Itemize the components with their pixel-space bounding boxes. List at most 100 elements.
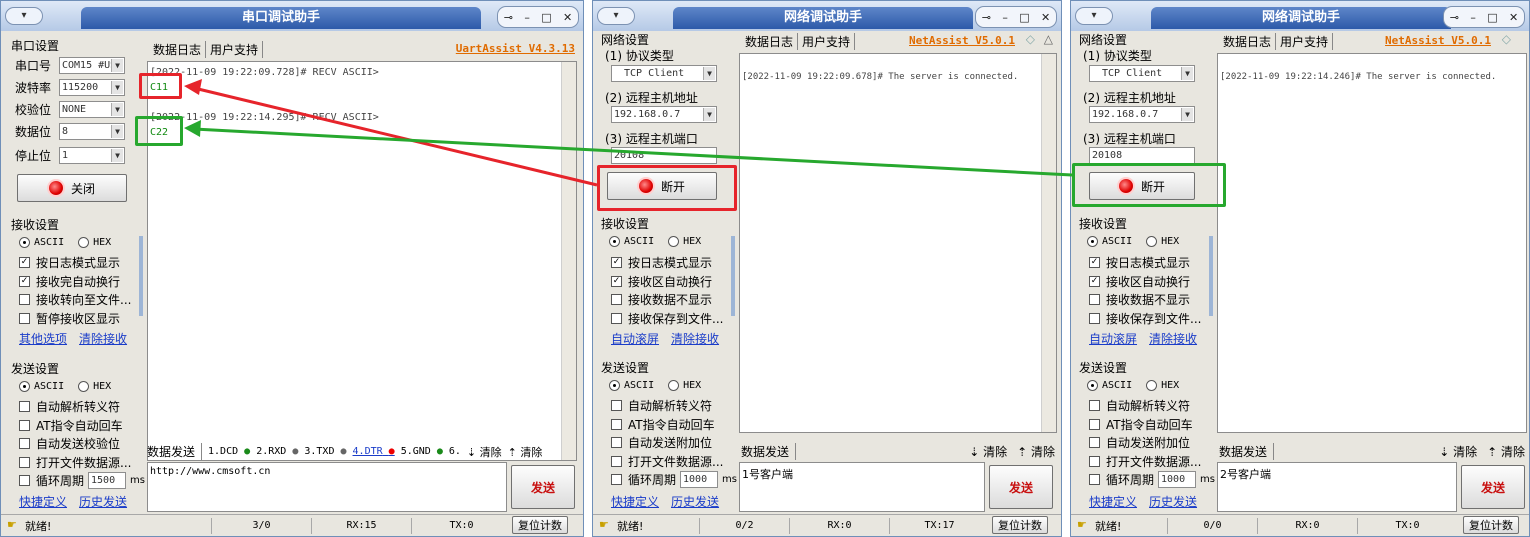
recv-ascii-radio[interactable] xyxy=(1087,236,1098,247)
close-icon[interactable]: ✕ xyxy=(1509,11,1518,24)
minimize-icon[interactable]: – xyxy=(1470,11,1476,24)
tab-support[interactable]: 用户支持 xyxy=(206,41,264,58)
recv-option-1[interactable]: ✓ 按日志模式显示 xyxy=(1089,254,1190,271)
send-hex-radio[interactable] xyxy=(668,380,680,391)
tab-support[interactable]: 用户支持 xyxy=(1276,33,1334,50)
send-input[interactable]: http://www.cmsoft.cn xyxy=(147,462,507,512)
close-icon[interactable]: ✕ xyxy=(563,11,572,24)
recv-hex-radio[interactable] xyxy=(78,237,90,248)
recv-option-1[interactable]: ✓ 按日志模式显示 xyxy=(611,254,712,271)
uart-titlebar[interactable]: ▾ 串口调试助手 ⊸ – □ ✕ xyxy=(1,1,583,31)
tab-send-data[interactable]: 数据发送 xyxy=(741,443,797,460)
checkbox[interactable] xyxy=(611,294,622,305)
net1-titlebar[interactable]: ▾ 网络调试助手 ⊸ – □ ✕ xyxy=(593,1,1061,31)
log-scrollbar[interactable] xyxy=(561,62,576,460)
pin-icon[interactable]: ⊸ xyxy=(504,11,513,24)
send-option-1[interactable]: 自动解析转义符 xyxy=(611,397,712,414)
checkbox[interactable]: ✓ xyxy=(19,275,30,287)
recv-option-3[interactable]: 接收数据不显示 xyxy=(611,291,712,308)
system-menu-button[interactable]: ▾ xyxy=(5,7,43,25)
send-ascii-radio[interactable] xyxy=(1087,380,1098,391)
host-select[interactable]: 192.168.0.7 ▼ xyxy=(1089,106,1195,123)
host-select[interactable]: 192.168.0.7 ▼ xyxy=(611,106,717,123)
brand-label[interactable]: NetAssist V5.0.1 xyxy=(1385,34,1491,47)
recv-option-3[interactable]: 接收转向至文件... xyxy=(19,291,131,308)
checkbox[interactable] xyxy=(1089,455,1100,467)
brand-label[interactable]: NetAssist V5.0.1 xyxy=(909,34,1015,47)
shield-icon[interactable]: ◇ xyxy=(1502,32,1511,46)
log-pane[interactable]: [2022-11-09 19:22:09.678]# The server is… xyxy=(739,53,1057,433)
recv-option-1[interactable]: ✓ 按日志模式显示 xyxy=(19,254,120,271)
splitter[interactable] xyxy=(1209,236,1213,316)
proto-select[interactable]: TCP Client ▼ xyxy=(611,65,717,82)
send-option-3[interactable]: 自动发送校验位 xyxy=(19,435,120,452)
checkbox[interactable] xyxy=(1089,437,1100,448)
checkbox[interactable]: ✓ xyxy=(19,257,30,268)
minimize-icon[interactable]: – xyxy=(1002,11,1008,24)
auto-scroll-link[interactable]: 自动滚屏 xyxy=(1089,330,1137,347)
splitter[interactable] xyxy=(139,236,143,316)
log-pane[interactable]: [2022-11-09 19:22:14.246]# The server is… xyxy=(1217,53,1527,433)
minimize-icon[interactable]: – xyxy=(524,11,530,24)
send-option-4[interactable]: 打开文件数据源... xyxy=(19,454,131,471)
cycle-input[interactable]: 1500 xyxy=(88,472,127,489)
maximize-icon[interactable]: □ xyxy=(1487,11,1497,24)
clear-recv-link[interactable]: 清除接收 xyxy=(1149,330,1197,347)
pin-icon[interactable]: ⊸ xyxy=(1450,11,1459,24)
recv-ascii-radio[interactable] xyxy=(19,237,30,248)
history-link[interactable]: 历史发送 xyxy=(79,493,127,510)
system-menu-button[interactable]: ▾ xyxy=(597,7,635,25)
stopbits-select[interactable]: 1 ▼ xyxy=(59,147,125,164)
cycle-input[interactable]: 1000 xyxy=(1158,471,1197,488)
baud-select[interactable]: 115200 ▼ xyxy=(59,79,125,96)
send-option-4[interactable]: 打开文件数据源... xyxy=(1089,453,1201,470)
cycle-checkbox[interactable] xyxy=(1089,474,1100,485)
clear-send-button[interactable]: ⇣ 清除 xyxy=(467,444,502,460)
clear-send-button[interactable]: ⇣ 清除 xyxy=(1439,443,1477,460)
checkbox[interactable]: ✓ xyxy=(611,275,622,287)
send-option-4[interactable]: 打开文件数据源... xyxy=(611,453,723,470)
checkbox[interactable]: ✓ xyxy=(1089,275,1100,287)
checkbox[interactable] xyxy=(1089,418,1100,430)
send-option-3[interactable]: 自动发送附加位 xyxy=(611,434,712,451)
recv-hex-radio[interactable] xyxy=(668,236,680,247)
send-option-2[interactable]: AT指令自动回车 xyxy=(1089,416,1193,433)
reset-count-button[interactable]: 复位计数 xyxy=(992,516,1048,534)
pin-dtr[interactable]: 4.DTR ● xyxy=(353,446,395,457)
send-hex-radio[interactable] xyxy=(78,381,90,392)
checkbox[interactable] xyxy=(1089,400,1100,411)
clear-up-button[interactable]: ⇡ 清除 xyxy=(508,444,543,460)
pin-icon[interactable]: ⊸ xyxy=(982,11,991,24)
recv-ascii-radio[interactable] xyxy=(609,236,620,247)
port-input[interactable]: 20108 xyxy=(611,147,717,164)
send-option-1[interactable]: 自动解析转义符 xyxy=(1089,397,1190,414)
port-select[interactable]: COM15 #US ▼ xyxy=(59,57,125,74)
shortcut-link[interactable]: 快捷定义 xyxy=(611,493,659,510)
send-option-3[interactable]: 自动发送附加位 xyxy=(1089,434,1190,451)
parity-select[interactable]: NONE ▼ xyxy=(59,101,125,118)
send-button[interactable]: 发送 xyxy=(511,465,575,509)
log-pane[interactable]: [2022-11-09 19:22:09.728]# RECV ASCII> C… xyxy=(147,61,577,461)
checkbox[interactable] xyxy=(611,418,622,430)
history-link[interactable]: 历史发送 xyxy=(671,493,719,510)
log-scrollbar[interactable] xyxy=(1041,54,1056,432)
send-input[interactable]: 1号客户端 xyxy=(739,462,985,512)
checkbox[interactable]: ✓ xyxy=(1089,257,1100,268)
send-option-2[interactable]: AT指令自动回车 xyxy=(611,416,715,433)
maximize-icon[interactable]: □ xyxy=(1019,11,1029,24)
auto-scroll-link[interactable]: 自动滚屏 xyxy=(611,330,659,347)
tab-log[interactable]: 数据日志 xyxy=(149,41,207,58)
tab-support[interactable]: 用户支持 xyxy=(798,33,856,50)
send-hex-radio[interactable] xyxy=(1146,380,1158,391)
close-icon[interactable]: ✕ xyxy=(1041,11,1050,24)
checkbox[interactable] xyxy=(19,419,30,431)
shield-icon[interactable]: ◇ xyxy=(1026,32,1035,46)
checkbox[interactable]: ✓ xyxy=(611,257,622,268)
checkbox[interactable] xyxy=(611,312,622,324)
recv-option-3[interactable]: 接收数据不显示 xyxy=(1089,291,1190,308)
send-button[interactable]: 发送 xyxy=(1461,465,1525,509)
recv-option-4[interactable]: 接收保存到文件... xyxy=(611,310,723,327)
tab-send-data[interactable]: 数据发送 xyxy=(147,443,203,460)
databits-select[interactable]: 8 ▼ xyxy=(59,123,125,140)
checkbox[interactable] xyxy=(611,455,622,467)
